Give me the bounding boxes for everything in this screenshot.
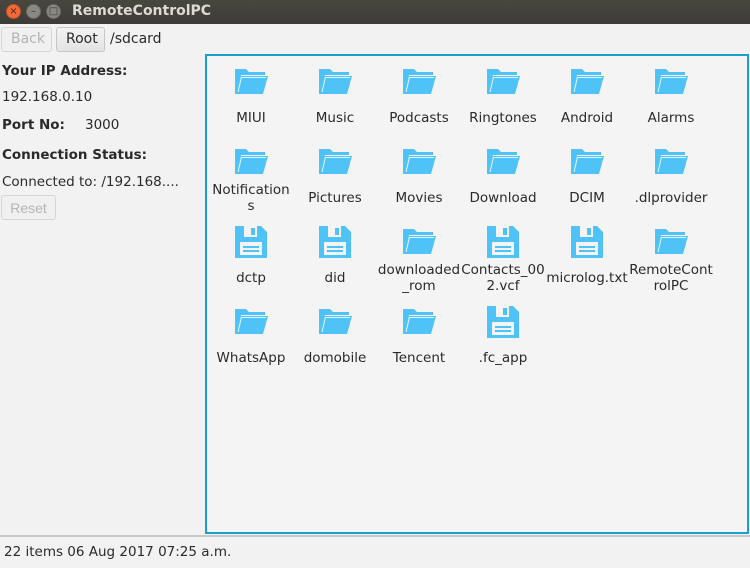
root-button[interactable]: Root xyxy=(56,27,105,52)
window-title: RemoteControlPC xyxy=(72,3,212,19)
folder-icon xyxy=(485,144,521,180)
item-name: DCIM xyxy=(569,190,605,206)
connection-status-value: Connected to: /192.168.... xyxy=(2,174,179,190)
item-name: Android xyxy=(560,110,614,126)
item-name: Notifications xyxy=(212,182,290,214)
folder-icon xyxy=(653,144,689,180)
file-icon xyxy=(569,224,605,260)
item-name: Ringtones xyxy=(469,110,537,126)
port-label: Port No: xyxy=(2,117,65,133)
item-name: Music xyxy=(315,110,355,126)
reset-button[interactable]: Reset xyxy=(1,195,56,220)
minimize-button[interactable]: – xyxy=(26,4,41,19)
folder-icon xyxy=(653,64,689,100)
item-name: RemoteControlPC xyxy=(629,262,713,294)
item-name: domobile xyxy=(303,350,367,366)
folder-icon xyxy=(401,304,437,340)
item-name: microlog.txt xyxy=(546,270,628,286)
folder-icon xyxy=(569,64,605,100)
status-bar: 22 items 06 Aug 2017 07:25 a.m. xyxy=(4,544,232,560)
folder-icon xyxy=(653,224,689,260)
close-button[interactable]: × xyxy=(6,4,21,19)
file-icon xyxy=(485,304,521,340)
item-name: did xyxy=(324,270,346,286)
item-name: .dlprovider xyxy=(634,190,708,206)
folder-icon xyxy=(401,224,437,260)
folder-icon xyxy=(233,304,269,340)
connection-status-label: Connection Status: xyxy=(2,147,148,163)
file-icon xyxy=(233,224,269,260)
current-path: /sdcard xyxy=(110,31,162,47)
file-icon xyxy=(485,224,521,260)
back-button[interactable]: Back xyxy=(1,27,52,52)
folder-icon xyxy=(317,144,353,180)
title-bar: × – □ RemoteControlPC xyxy=(0,0,750,24)
item-name: Download xyxy=(469,190,537,206)
folder-icon xyxy=(569,144,605,180)
folder-icon xyxy=(317,64,353,100)
item-name: Movies xyxy=(395,190,443,206)
close-icon: × xyxy=(9,6,18,17)
maximize-button[interactable]: □ xyxy=(46,4,61,19)
item-name: dctp xyxy=(236,270,266,286)
item-name: Tencent xyxy=(392,350,446,366)
file-browser-panel: MIUI Music Podcasts Ringtones Android Alarms N… xyxy=(205,54,749,534)
item-name: Podcasts xyxy=(389,110,449,126)
item-name: Contacts_002.vcf xyxy=(461,262,545,294)
item-name: Alarms xyxy=(647,110,695,126)
folder-icon xyxy=(233,144,269,180)
port-value: 3000 xyxy=(85,117,120,133)
item-name: WhatsApp xyxy=(216,350,286,366)
item-name: Pictures xyxy=(308,190,362,206)
ip-address-value: 192.168.0.10 xyxy=(2,89,93,105)
ip-address-label: Your IP Address: xyxy=(2,63,128,79)
folder-icon xyxy=(317,304,353,340)
item-name: downloaded_rom xyxy=(377,262,461,294)
divider xyxy=(0,535,750,537)
minimize-icon: – xyxy=(31,6,36,17)
item-name: .fc_app xyxy=(478,350,528,366)
folder-icon xyxy=(485,64,521,100)
file-icon xyxy=(317,224,353,260)
folder-icon xyxy=(401,144,437,180)
maximize-icon: □ xyxy=(48,6,59,17)
folder-icon xyxy=(233,64,269,100)
folder-icon xyxy=(401,64,437,100)
item-name: MIUI xyxy=(236,110,266,126)
